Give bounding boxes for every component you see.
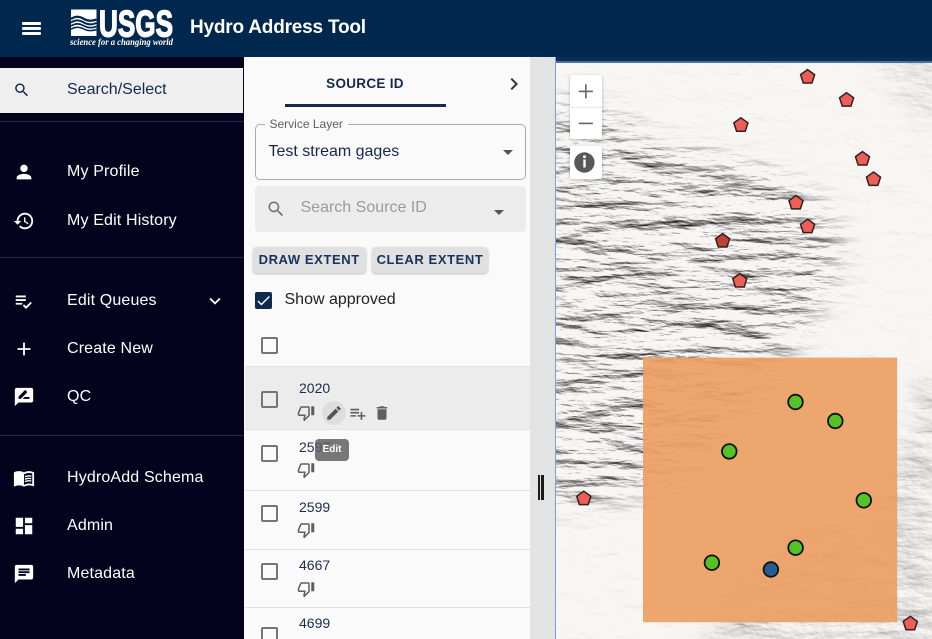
svg-text:science for a changing world: science for a changing world (70, 38, 173, 48)
